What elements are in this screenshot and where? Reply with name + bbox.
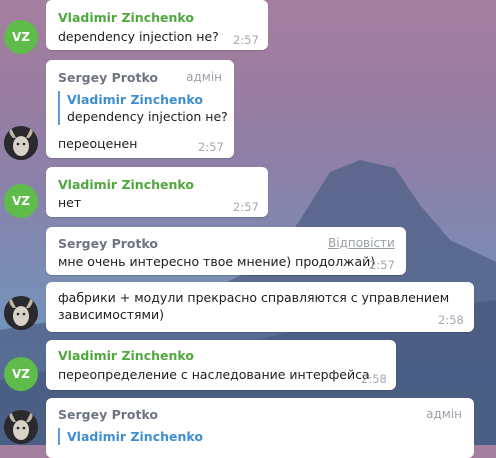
message-bubble[interactable]: фабрики + модули прекрасно справляются с… — [46, 282, 474, 332]
avatar-initials: VZ — [12, 194, 30, 208]
quote-author: Vladimir Zinchenko — [67, 92, 203, 107]
quote-text: dependency injection не? — [67, 109, 228, 124]
message-time: 2:57 — [233, 33, 259, 47]
message-time: 2:58 — [438, 313, 464, 327]
sender-name[interactable]: Vladimir Zinchenko — [58, 348, 194, 363]
message-bubble[interactable]: Vladimir Zinchenko переопределение с нас… — [46, 340, 396, 390]
sender-name[interactable]: Vladimir Zinchenko — [58, 177, 194, 192]
message-time: 2:57 — [369, 258, 395, 272]
message-text: dependency injection не? — [58, 29, 219, 44]
admin-badge: адмін — [426, 407, 462, 421]
message-time: 2:57 — [198, 140, 224, 154]
message-bubble[interactable]: Vladimir Zinchenko нет 2:57 — [46, 167, 268, 217]
avatar-initials: VZ — [12, 30, 30, 44]
quote-author: Vladimir Zinchenko — [67, 429, 203, 444]
avatar-vladimir[interactable]: VZ — [4, 184, 38, 218]
avatar-initials: VZ — [12, 367, 30, 381]
reply-link[interactable]: Відповісти — [328, 236, 395, 250]
message-bubble[interactable]: Sergey Protko адмін Vladimir Zinchenko — [46, 398, 474, 458]
message-text: мне очень интересно твое мнение) продолж… — [58, 254, 376, 269]
avatar-vladimir[interactable]: VZ — [4, 357, 38, 391]
message-text-line: зависимостями) — [58, 307, 164, 322]
sender-name[interactable]: Sergey Protko — [58, 407, 158, 422]
goat-avatar-icon — [4, 126, 38, 160]
message-text: нет — [58, 195, 82, 210]
message-bubble[interactable]: Sergey Protko адмін Vladimir Zinchenko d… — [46, 60, 234, 158]
message-text-line: фабрики + модули прекрасно справляются с… — [58, 290, 450, 305]
goat-avatar-icon — [4, 296, 38, 330]
sender-name[interactable]: Sergey Protko — [58, 236, 158, 251]
message-bubble[interactable]: Sergey Protko Відповісти мне очень интер… — [46, 227, 406, 275]
message-time: 2:58 — [361, 372, 387, 386]
admin-badge: адмін — [186, 70, 222, 84]
message-text: переопределение с наследование интерфейс… — [58, 367, 370, 382]
message-time: 2:57 — [233, 200, 259, 214]
reply-quote[interactable]: Vladimir Zinchenko — [58, 428, 203, 445]
reply-quote[interactable]: Vladimir Zinchenko dependency injection … — [58, 91, 228, 125]
avatar-vladimir[interactable]: VZ — [4, 20, 38, 54]
goat-avatar-icon — [4, 410, 38, 444]
avatar-sergey[interactable] — [4, 410, 38, 444]
avatar-sergey[interactable] — [4, 126, 38, 160]
sender-name[interactable]: Sergey Protko — [58, 70, 158, 85]
message-text: переоценен — [58, 136, 138, 151]
avatar-sergey[interactable] — [4, 296, 38, 330]
message-bubble[interactable]: Vladimir Zinchenko dependency injection … — [46, 0, 268, 50]
sender-name[interactable]: Vladimir Zinchenko — [58, 10, 194, 25]
